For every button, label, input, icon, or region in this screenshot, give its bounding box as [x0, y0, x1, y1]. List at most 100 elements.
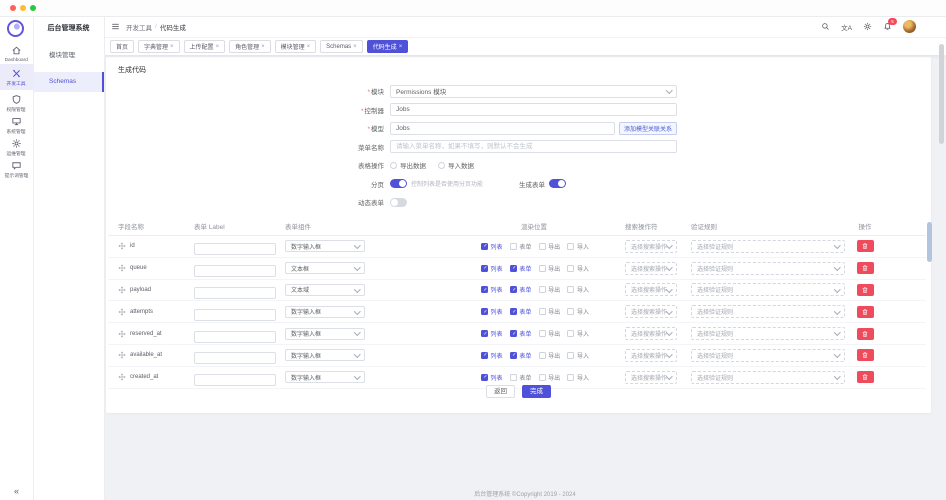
collapse-sidebar-button[interactable]: « — [0, 486, 33, 496]
checkbox-form[interactable]: 表单 — [510, 242, 532, 251]
checkbox-form[interactable]: 表单 — [510, 329, 532, 338]
checkbox-export[interactable]: 导出 — [539, 329, 561, 338]
import-data-checkbox[interactable] — [438, 162, 445, 169]
checkbox-form[interactable]: 表单 — [510, 351, 532, 360]
checkbox-import[interactable]: 导入 — [567, 351, 589, 360]
checkbox-export[interactable]: 导出 — [539, 264, 561, 273]
minimize-window-button[interactable] — [20, 5, 26, 11]
delete-field-button[interactable] — [857, 262, 874, 274]
delete-field-button[interactable] — [857, 306, 874, 318]
validation-rules-select[interactable]: 选择验证规则 — [691, 371, 845, 384]
sidebar-item-ops[interactable]: 运维管理 — [0, 136, 33, 159]
export-data-checkbox[interactable] — [390, 162, 397, 169]
drag-handle-icon[interactable] — [118, 330, 126, 338]
page-scrollbar[interactable] — [939, 44, 944, 144]
bell-icon[interactable]: 5 — [883, 22, 892, 31]
sidebar-item-prompts[interactable]: 提示词管理 — [0, 158, 33, 181]
delete-field-button[interactable] — [857, 349, 874, 361]
search-operator-select[interactable]: 选择搜索操作符 — [625, 240, 677, 253]
translate-icon[interactable]: 文A — [841, 22, 852, 32]
close-icon[interactable]: × — [261, 44, 265, 50]
validation-rules-select[interactable]: 选择验证规则 — [691, 327, 845, 340]
model-input[interactable] — [390, 122, 615, 135]
add-model-relation-button[interactable]: 添加模型关联关系 — [619, 122, 677, 135]
back-button[interactable]: 返回 — [486, 385, 515, 398]
checkbox-list[interactable]: 列表 — [481, 307, 503, 316]
submenu-item-modules[interactable]: 模块管理 — [33, 46, 104, 66]
tab-code-gen[interactable]: 代码生成× — [367, 40, 409, 53]
search-operator-select[interactable]: 选择搜索操作符 — [625, 305, 677, 318]
generate-form-toggle[interactable] — [549, 179, 566, 188]
dynamic-form-toggle[interactable] — [390, 198, 407, 207]
delete-field-button[interactable] — [857, 284, 874, 296]
checkbox-form[interactable]: 表单 — [510, 307, 532, 316]
checkbox-list[interactable]: 列表 — [481, 264, 503, 273]
component-select[interactable]: 数字输入框 — [285, 371, 365, 383]
zoom-window-button[interactable] — [30, 5, 36, 11]
drag-handle-icon[interactable] — [118, 242, 126, 250]
checkbox-list[interactable]: 列表 — [481, 242, 503, 251]
done-button[interactable]: 完成 — [522, 385, 551, 398]
delete-field-button[interactable] — [857, 328, 874, 340]
checkbox-export[interactable]: 导出 — [539, 307, 561, 316]
checkbox-export[interactable]: 导出 — [539, 242, 561, 251]
validation-rules-select[interactable]: 选择验证规则 — [691, 349, 845, 362]
tab-roles[interactable]: 角色管理× — [229, 40, 271, 53]
menu-list-icon[interactable] — [111, 22, 120, 31]
avatar[interactable] — [903, 20, 916, 33]
search-icon[interactable] — [821, 22, 830, 31]
checkbox-import[interactable]: 导入 — [567, 264, 589, 273]
sidebar-item-permissions[interactable]: 权限管理 — [0, 92, 33, 115]
delete-field-button[interactable] — [857, 371, 874, 383]
checkbox-form[interactable]: 表单 — [510, 264, 532, 273]
checkbox-export[interactable]: 导出 — [539, 285, 561, 294]
sun-theme-icon[interactable] — [863, 22, 872, 31]
close-icon[interactable]: × — [170, 44, 174, 50]
drag-handle-icon[interactable] — [118, 308, 126, 316]
search-operator-select[interactable]: 选择搜索操作符 — [625, 371, 677, 384]
search-operator-select[interactable]: 选择搜索操作符 — [625, 262, 677, 275]
form-label-input[interactable] — [194, 265, 276, 277]
search-operator-select[interactable]: 选择搜索操作符 — [625, 283, 677, 296]
close-window-button[interactable] — [10, 5, 16, 11]
drag-handle-icon[interactable] — [118, 373, 126, 381]
close-icon[interactable]: × — [216, 44, 220, 50]
checkbox-list[interactable]: 列表 — [481, 285, 503, 294]
drag-handle-icon[interactable] — [118, 286, 126, 294]
form-label-input[interactable] — [194, 287, 276, 299]
checkbox-list[interactable]: 列表 — [481, 329, 503, 338]
pagination-toggle[interactable] — [390, 179, 407, 188]
validation-rules-select[interactable]: 选择验证规则 — [691, 262, 845, 275]
checkbox-form[interactable]: 表单 — [510, 285, 532, 294]
sidebar-item-dashboard[interactable]: Dashboard — [0, 42, 33, 65]
search-operator-select[interactable]: 选择搜索操作符 — [625, 327, 677, 340]
checkbox-import[interactable]: 导入 — [567, 329, 589, 338]
tab-schemas[interactable]: Schemas× — [320, 40, 363, 53]
checkbox-export[interactable]: 导出 — [539, 373, 561, 382]
sidebar-item-system[interactable]: 系统管理 — [0, 114, 33, 137]
drag-handle-icon[interactable] — [118, 264, 126, 272]
validation-rules-select[interactable]: 选择验证规则 — [691, 305, 845, 318]
import-data-option[interactable]: 导入数据 — [438, 160, 474, 170]
form-label-input[interactable] — [194, 331, 276, 343]
sidebar-item-dev-tools[interactable]: 开发工具 — [0, 64, 33, 90]
tab-modules[interactable]: 模块管理× — [275, 40, 317, 53]
drag-handle-icon[interactable] — [118, 351, 126, 359]
checkbox-form[interactable]: 表单 — [510, 373, 532, 382]
close-icon[interactable]: × — [353, 44, 357, 50]
export-data-option[interactable]: 导出数据 — [390, 160, 426, 170]
validation-rules-select[interactable]: 选择验证规则 — [691, 240, 845, 253]
controller-input[interactable] — [390, 103, 677, 116]
delete-field-button[interactable] — [857, 240, 874, 252]
tab-home[interactable]: 首页 — [110, 40, 134, 53]
checkbox-import[interactable]: 导入 — [567, 373, 589, 382]
breadcrumb-parent[interactable]: 开发工具 — [126, 22, 152, 32]
component-select[interactable]: 数字输入框 — [285, 349, 365, 361]
checkbox-export[interactable]: 导出 — [539, 351, 561, 360]
menu-name-input[interactable] — [390, 140, 677, 153]
component-select[interactable]: 文本域 — [285, 284, 365, 296]
close-icon[interactable]: × — [399, 44, 403, 50]
validation-rules-select[interactable]: 选择验证规则 — [691, 283, 845, 296]
close-icon[interactable]: × — [307, 44, 311, 50]
form-label-input[interactable] — [194, 352, 276, 364]
